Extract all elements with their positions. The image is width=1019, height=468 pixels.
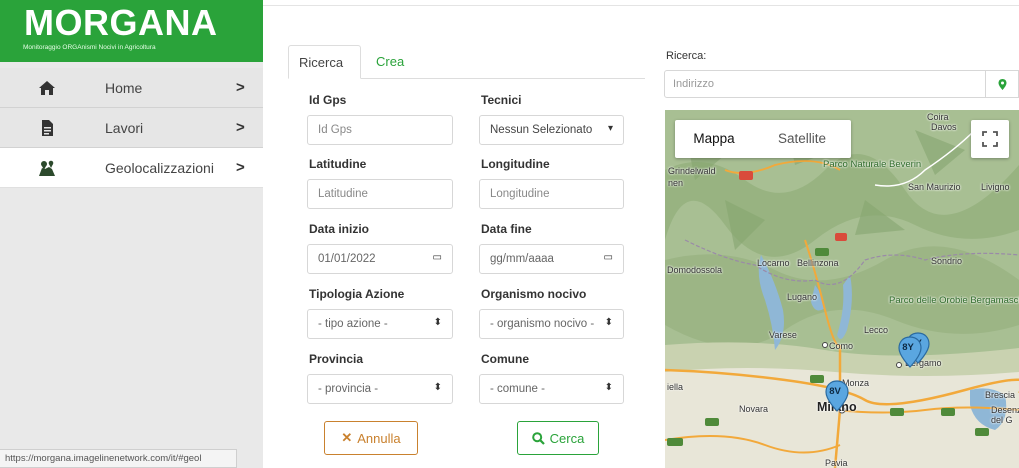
map-label-bellinzona: Bellinzona bbox=[797, 258, 839, 268]
marker-label: 8Y bbox=[902, 342, 914, 353]
map-type-mappa-button[interactable]: Mappa bbox=[675, 120, 753, 158]
sidebar-item-lavori[interactable]: Lavori > bbox=[0, 108, 263, 148]
map-label-desenzano: Desenz del G bbox=[991, 405, 1019, 425]
latitudine-label: Latitudine bbox=[309, 157, 367, 171]
map-label-parco-orobie: Parco delle Orobie Bergamasche bbox=[889, 295, 1019, 306]
tipologia-azione-label: Tipologia Azione bbox=[309, 287, 405, 301]
fullscreen-icon bbox=[982, 131, 998, 147]
map-label-varese: Varese bbox=[769, 330, 797, 340]
map-label-biella: iella bbox=[667, 382, 684, 392]
search-icon bbox=[531, 431, 545, 445]
tab-ricerca[interactable]: Ricerca bbox=[288, 45, 361, 79]
map-label-novara: Novara bbox=[739, 404, 769, 414]
provincia-label: Provincia bbox=[309, 352, 364, 366]
data-inizio-input[interactable]: 01/01/2022 ▭ bbox=[307, 244, 453, 274]
address-input[interactable]: Indirizzo bbox=[664, 70, 986, 98]
search-button-label: Cerca bbox=[549, 430, 585, 446]
id-gps-label: Id Gps bbox=[309, 93, 347, 107]
sidebar: MORGANA Monitoraggio ORGAnismi Nocivi in… bbox=[0, 0, 263, 468]
cancel-button-label: Annulla bbox=[357, 430, 401, 446]
tab-bar: Ricerca Crea bbox=[288, 45, 645, 79]
tab-crea[interactable]: Crea bbox=[366, 45, 414, 79]
map-label-lugano: Lugano bbox=[787, 292, 818, 302]
provincia-value: - provincia - bbox=[318, 383, 379, 395]
id-gps-input[interactable]: Id Gps bbox=[307, 115, 453, 145]
organismo-nocivo-select[interactable]: - organismo nocivo - ⬍ bbox=[479, 309, 624, 339]
map-label-sondrio: Sondrio bbox=[931, 256, 963, 266]
map-view[interactable]: Mappa Satellite Coira Davos Grindelwald … bbox=[665, 110, 1019, 468]
tipologia-azione-value: - tipo azione - bbox=[318, 318, 388, 330]
map-label-locarno: Locarno bbox=[757, 258, 790, 268]
comune-select[interactable]: - comune - ⬍ bbox=[479, 374, 624, 404]
locate-button[interactable] bbox=[986, 70, 1019, 98]
map-label-livigno: Livigno bbox=[981, 182, 1010, 192]
longitudine-input[interactable]: Longitudine bbox=[479, 179, 624, 209]
document-icon bbox=[42, 120, 53, 136]
map-label-grindelwald: Grindelwald bbox=[668, 166, 716, 176]
calendar-icon[interactable]: ▭ bbox=[604, 252, 613, 263]
tecnici-select[interactable]: Nessun Selezionato ▾ bbox=[479, 115, 624, 145]
map-marker[interactable]: 8Y bbox=[897, 336, 923, 368]
chevron-right-icon: > bbox=[236, 79, 245, 96]
map-label-davos: Davos bbox=[931, 122, 957, 132]
app-title: MORGANA bbox=[24, 2, 218, 43]
data-fine-label: Data fine bbox=[481, 222, 532, 236]
comune-label: Comune bbox=[481, 352, 529, 366]
map-label-coira: Coira bbox=[927, 112, 949, 122]
map-search-label: Ricerca: bbox=[666, 50, 707, 62]
data-inizio-value: 01/01/2022 bbox=[318, 253, 376, 265]
map-label-brescia: Brescia bbox=[985, 390, 1016, 400]
status-bar-url: https://morgana.imagelinenetwork.com/it/… bbox=[0, 449, 237, 468]
top-divider bbox=[263, 5, 1019, 6]
sort-arrows-icon: ⬍ bbox=[433, 382, 442, 393]
sidebar-item-home[interactable]: Home > bbox=[0, 68, 263, 108]
map-marker-icon bbox=[998, 79, 1007, 90]
map-label-pavia: Pavia bbox=[825, 458, 848, 468]
brand-header[interactable]: MORGANA Monitoraggio ORGAnismi Nocivi in… bbox=[0, 0, 263, 62]
map-marker[interactable]: 8V bbox=[824, 380, 850, 412]
search-button[interactable]: Cerca bbox=[517, 421, 599, 455]
map-type-satellite-button[interactable]: Satellite bbox=[753, 120, 851, 158]
organismo-nocivo-value: - organismo nocivo - bbox=[490, 318, 595, 330]
data-inizio-label: Data inizio bbox=[309, 222, 370, 236]
provincia-select[interactable]: - provincia - ⬍ bbox=[307, 374, 453, 404]
data-fine-input[interactable]: gg/mm/aaaa ▭ bbox=[479, 244, 624, 274]
sidebar-item-label: Home bbox=[105, 80, 143, 96]
cancel-button[interactable]: ✕ Annulla bbox=[324, 421, 418, 455]
app-root: MORGANA Monitoraggio ORGAnismi Nocivi in… bbox=[0, 0, 1019, 468]
sort-arrows-icon: ⬍ bbox=[604, 317, 613, 328]
latitudine-input[interactable]: Latitudine bbox=[307, 179, 453, 209]
sort-arrows-icon: ⬍ bbox=[433, 317, 442, 328]
sidebar-item-label: Lavori bbox=[105, 120, 144, 136]
map-label-como: Como bbox=[829, 341, 854, 351]
sort-arrows-icon: ⬍ bbox=[604, 382, 613, 393]
longitudine-label: Longitudine bbox=[481, 157, 550, 171]
map-label-nen: nen bbox=[668, 178, 684, 188]
map-pins-icon bbox=[39, 160, 55, 176]
comune-value: - comune - bbox=[490, 383, 545, 395]
sidebar-item-label: Geolocalizzazioni bbox=[105, 160, 214, 176]
tipologia-azione-select[interactable]: - tipo azione - ⬍ bbox=[307, 309, 453, 339]
map-type-control: Mappa Satellite bbox=[675, 120, 851, 158]
caret-down-icon: ▾ bbox=[607, 123, 613, 134]
tecnici-label: Tecnici bbox=[481, 93, 522, 107]
map-label-lecco: Lecco bbox=[864, 325, 889, 335]
organismo-nocivo-label: Organismo nocivo bbox=[481, 287, 587, 301]
tecnici-value: Nessun Selezionato bbox=[490, 124, 593, 136]
calendar-icon[interactable]: ▭ bbox=[433, 252, 442, 263]
sidebar-item-geolocalizzazioni[interactable]: Geolocalizzazioni > bbox=[0, 148, 263, 188]
app-subtitle: Monitoraggio ORGAnismi Nocivi in Agricol… bbox=[23, 44, 156, 51]
marker-label: 8V bbox=[829, 386, 841, 397]
chevron-right-icon: > bbox=[236, 119, 245, 136]
data-fine-value: gg/mm/aaaa bbox=[490, 253, 554, 265]
chevron-right-icon: > bbox=[236, 159, 245, 176]
map-label-parco-naturale: Parco Naturale Beverin bbox=[823, 159, 922, 170]
home-icon bbox=[39, 81, 55, 95]
map-label-san-maurizio: San Maurizio bbox=[908, 182, 961, 192]
close-icon: ✕ bbox=[341, 430, 353, 445]
fullscreen-button[interactable] bbox=[971, 120, 1009, 158]
map-label-domodossola: Domodossola bbox=[667, 265, 723, 275]
